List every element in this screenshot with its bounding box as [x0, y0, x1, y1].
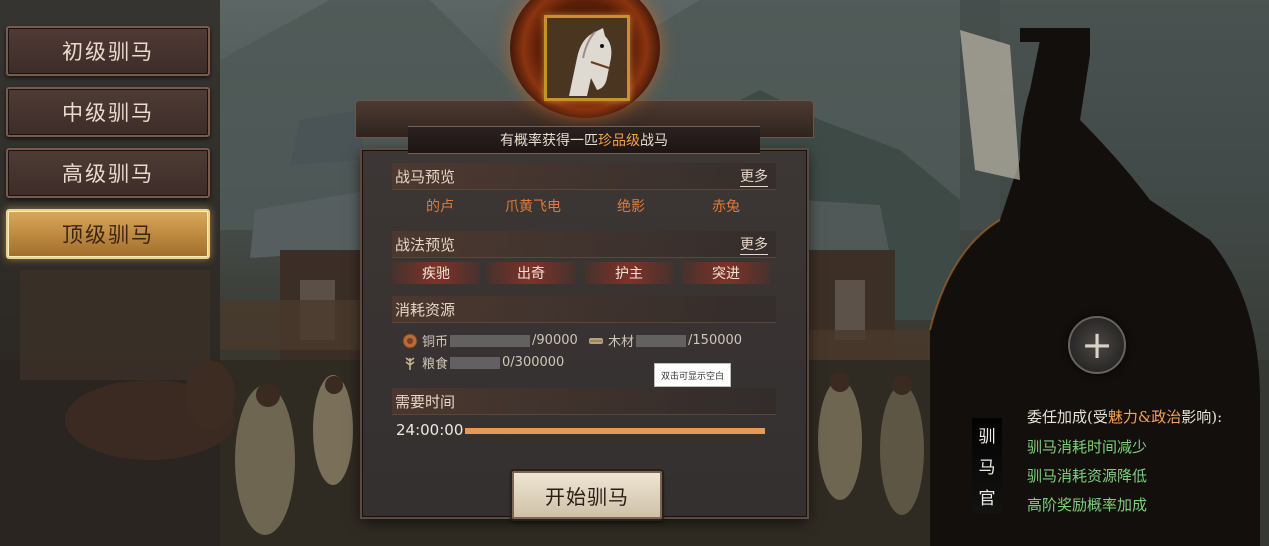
wood-icon [589, 337, 603, 344]
horse-preview-title: 战马预览 [395, 168, 456, 186]
banner-highlight: 珍品级 [598, 133, 640, 149]
time-bar-fill [465, 428, 765, 434]
copper-coin-icon [402, 333, 418, 348]
skill-tag[interactable]: 疾驰 [392, 262, 480, 284]
tier-button-advanced[interactable]: 高级驯马 [6, 148, 210, 198]
bonus-item: 高阶奖励概率加成 [1027, 496, 1148, 514]
horse-preview-more-link[interactable]: 更多 [740, 166, 768, 187]
bonus-item: 驯马消耗时间减少 [1027, 438, 1148, 456]
horse-preview-section: 战马预览 更多 的卢 爪黄飞电 绝影 赤兔 [392, 163, 776, 219]
bonus-title-highlight: 魅力&政治 [1107, 408, 1182, 426]
plus-icon: + [1081, 323, 1113, 367]
horse-head-icon [547, 18, 627, 98]
horse-preview-header: 战马预览 更多 [392, 163, 776, 190]
grain-icon [405, 356, 415, 370]
horse-name[interactable]: 绝影 [617, 196, 645, 216]
officer-label-char: 马 [978, 458, 996, 478]
skill-preview-title: 战法预览 [395, 236, 456, 254]
wood-amount-redacted [636, 334, 687, 347]
copper-cost: 铜币 /90000 [402, 331, 578, 350]
officer-label-char: 驯 [978, 427, 996, 447]
resource-title: 消耗资源 [395, 301, 456, 319]
bonus-title: 委任加成(受魅力&政治影响): [1027, 406, 1222, 427]
horse-portrait [544, 15, 630, 101]
resource-header: 消耗资源 [392, 296, 776, 323]
food-amount-redacted [450, 356, 501, 369]
officer-label-char: 官 [978, 489, 996, 509]
officer-label: 驯 马 官 [972, 418, 1002, 513]
copper-amount-redacted [450, 334, 531, 347]
start-training-button[interactable]: 开始驯马 [512, 471, 662, 519]
copper-required: /90000 [532, 333, 578, 348]
food-required: 0/300000 [502, 355, 565, 370]
copper-label: 铜币 [422, 335, 449, 350]
banner-suffix: 战马 [640, 133, 668, 149]
bonus-title-suffix: 影响): [1181, 408, 1223, 426]
time-header: 需要时间 [392, 388, 776, 415]
time-value: 24:00:00 [396, 421, 464, 439]
horse-name[interactable]: 赤兔 [712, 196, 740, 216]
food-label: 粮食 [422, 357, 449, 372]
skill-tag[interactable]: 突进 [682, 262, 770, 284]
skill-preview-header: 战法预览 更多 [392, 231, 776, 258]
bonus-title-prefix: 委任加成(受 [1027, 408, 1108, 426]
horse-name[interactable]: 的卢 [426, 196, 454, 216]
tier-button-top[interactable]: 顶级驯马 [6, 209, 210, 259]
tier-button-intermediate[interactable]: 中级驯马 [6, 87, 210, 137]
food-cost: 粮食 0/300000 [402, 353, 564, 372]
wood-required: /150000 [688, 333, 743, 348]
wood-cost: 木材 /150000 [588, 331, 742, 350]
horse-name[interactable]: 爪黄飞电 [505, 196, 561, 216]
wood-label: 木材 [608, 335, 635, 350]
reward-banner: 有概率获得一匹 珍品级 战马 [408, 126, 760, 154]
banner-prefix: 有概率获得一匹 [500, 133, 598, 149]
tooltip: 双击可显示空白 [654, 363, 731, 387]
time-section: 需要时间 [392, 388, 776, 450]
add-officer-button[interactable]: + [1068, 316, 1126, 374]
tier-button-beginner[interactable]: 初级驯马 [6, 26, 210, 76]
skill-tag[interactable]: 出奇 [487, 262, 575, 284]
skill-preview-section: 战法预览 更多 疾驰 出奇 护主 突进 [392, 231, 776, 287]
skill-preview-more-link[interactable]: 更多 [740, 234, 768, 255]
skill-tag[interactable]: 护主 [585, 262, 673, 284]
bonus-item: 驯马消耗资源降低 [1027, 467, 1148, 485]
time-title: 需要时间 [395, 393, 456, 411]
